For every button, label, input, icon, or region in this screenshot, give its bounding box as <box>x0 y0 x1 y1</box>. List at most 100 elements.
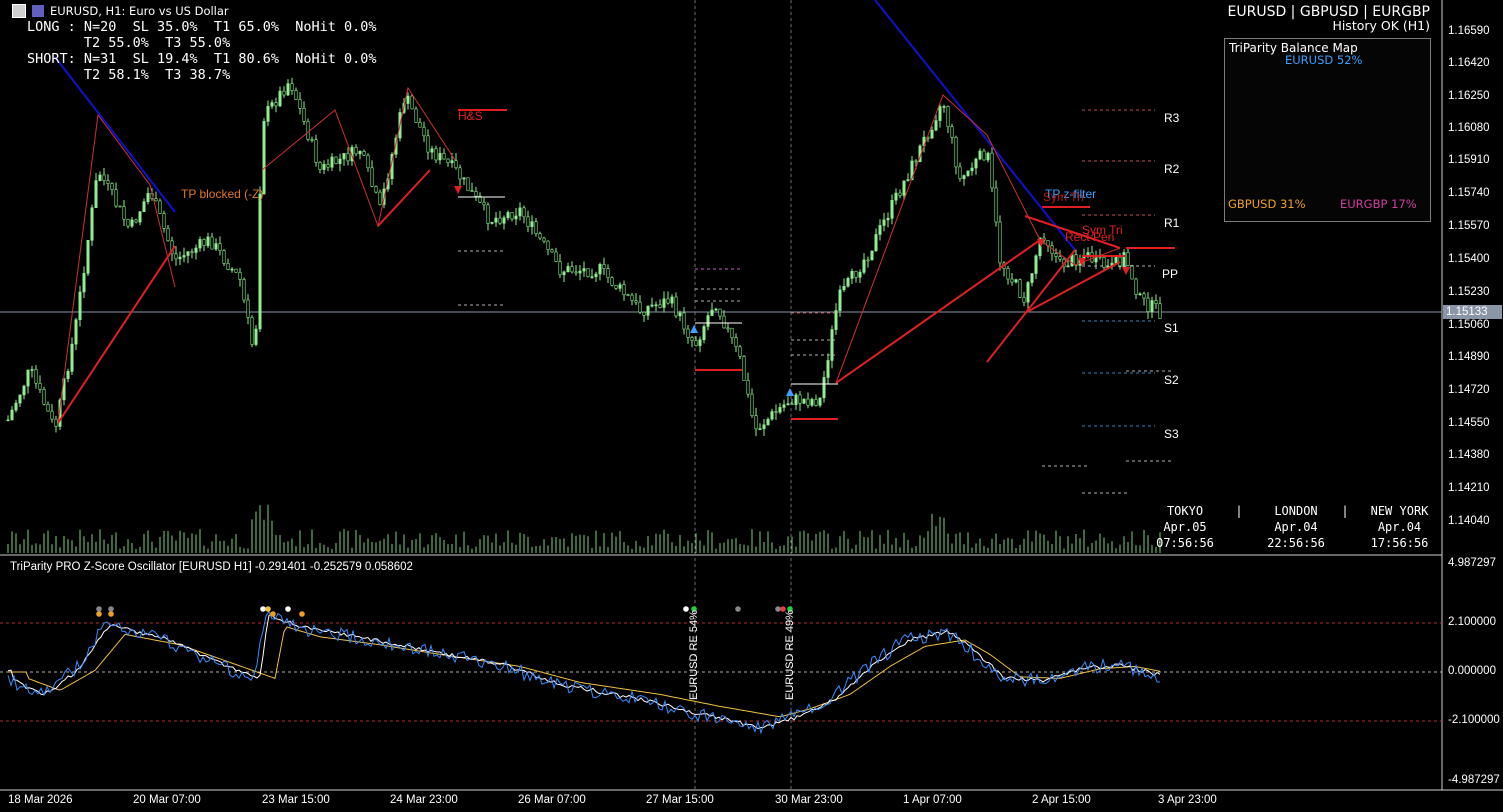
candle <box>378 191 382 205</box>
candle <box>302 107 306 122</box>
candle <box>206 236 210 246</box>
re-label-1: EURUSD RE 54% <box>688 610 700 700</box>
signal-dot <box>108 611 114 617</box>
candle <box>998 221 1002 264</box>
time-tick-label: 23 Mar 15:00 <box>262 794 330 806</box>
candle <box>690 337 694 341</box>
tp-blocked-label: TP blocked (-Z) <box>181 187 264 201</box>
candle <box>994 187 998 223</box>
signal-dot <box>96 611 102 617</box>
candle <box>810 399 814 406</box>
session-time: 17:56:56 <box>1370 536 1429 550</box>
candle <box>886 218 890 221</box>
candle <box>1014 279 1018 283</box>
candle <box>262 121 266 195</box>
candle <box>694 340 698 346</box>
candle <box>98 174 102 181</box>
candle <box>34 369 38 384</box>
candle <box>962 175 966 179</box>
candle <box>554 251 558 262</box>
candle <box>490 221 494 224</box>
candle <box>894 192 898 201</box>
candle <box>850 270 854 279</box>
candle <box>226 262 230 270</box>
candle <box>494 217 498 223</box>
candle <box>74 319 78 345</box>
candle <box>714 308 718 311</box>
candle <box>1150 300 1154 312</box>
session-date: Apr.04 <box>1377 520 1422 534</box>
save-icon[interactable] <box>32 5 44 17</box>
candle <box>254 328 258 345</box>
chart-menu-icon[interactable] <box>12 4 26 18</box>
candle <box>942 106 946 108</box>
candle <box>1054 253 1058 257</box>
candle <box>598 264 602 275</box>
candle <box>42 389 46 405</box>
candle <box>482 201 486 206</box>
candle <box>1010 278 1014 283</box>
sym-tri-label-2: Sym Tri <box>1082 223 1123 237</box>
candle <box>246 299 250 318</box>
candle <box>426 135 430 153</box>
session-name: NEW YORK <box>1370 504 1429 518</box>
signal-dot <box>735 606 741 612</box>
candle <box>1006 268 1010 280</box>
candle <box>474 191 478 197</box>
candle <box>90 207 94 241</box>
price-tick-label: 1.16590 <box>1448 25 1490 37</box>
candle <box>646 305 650 316</box>
candle <box>566 266 570 273</box>
session-london: LONDON Apr.04 22:56:56 <box>1258 503 1334 551</box>
price-tick-label: 1.16420 <box>1448 57 1490 69</box>
session-name: LONDON <box>1274 504 1318 518</box>
candle <box>902 180 906 196</box>
candle <box>66 371 70 379</box>
signal-dot <box>775 606 781 612</box>
candle <box>330 156 334 168</box>
candle <box>434 148 438 161</box>
candle <box>166 228 170 242</box>
session-name: TOKYO <box>1166 504 1204 518</box>
candle <box>250 317 254 345</box>
candle <box>202 239 206 246</box>
candle <box>454 160 458 169</box>
candle <box>866 259 870 262</box>
price-tick-label: 1.15060 <box>1448 319 1490 331</box>
candle <box>1066 265 1070 268</box>
candle <box>234 268 238 273</box>
candle <box>210 236 214 250</box>
candle <box>318 162 322 170</box>
price-tick-label: 1.14890 <box>1448 351 1490 363</box>
candle <box>1030 273 1034 283</box>
candle <box>446 158 450 164</box>
candle <box>274 102 278 107</box>
candle <box>730 327 734 339</box>
candle <box>710 309 714 316</box>
session-newyork: NEW YORK Apr.04 17:56:56 <box>1362 503 1437 551</box>
candle <box>706 315 710 327</box>
candle <box>238 271 242 280</box>
candle <box>642 311 646 316</box>
chart-terminal[interactable]: EURUSD, H1: Euro vs US Dollar LONG : N=2… <box>0 0 1503 812</box>
candle <box>526 216 530 227</box>
candle <box>974 158 978 169</box>
candle <box>138 211 142 223</box>
candle <box>6 419 10 422</box>
sym-tri-label-1: Sym Tri <box>1043 190 1084 204</box>
candle <box>50 410 54 420</box>
candle <box>806 398 810 406</box>
candle <box>1158 303 1162 319</box>
candle <box>498 217 502 224</box>
volume-histogram <box>7 504 1161 553</box>
pivot-r2: R2 <box>1164 162 1180 176</box>
balance-map-panel: TriParity Balance Map EURUSD 52% GBPUSD … <box>1224 38 1431 222</box>
candle <box>266 106 270 122</box>
time-tick-label: 20 Mar 07:00 <box>133 794 201 806</box>
candle <box>578 270 582 274</box>
candle <box>590 276 594 278</box>
candle <box>326 164 330 168</box>
candle <box>990 152 994 189</box>
candle <box>38 382 42 390</box>
candle <box>890 199 894 219</box>
